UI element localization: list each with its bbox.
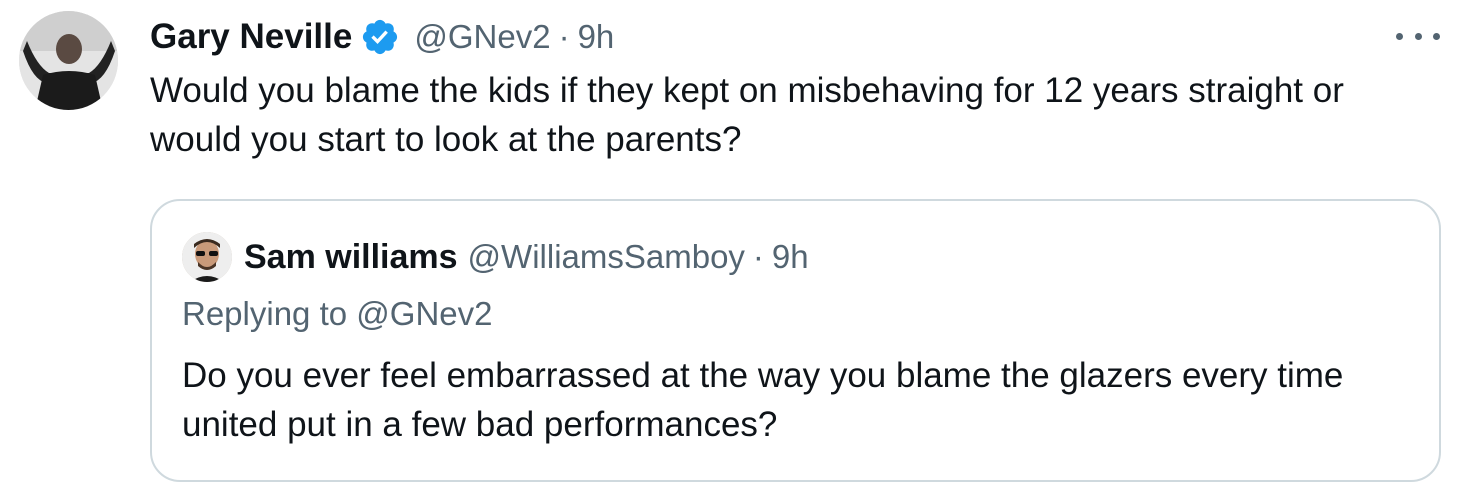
quoted-author-handle[interactable]: @WilliamsSamboy <box>468 238 745 276</box>
author-name[interactable]: Gary Neville <box>150 17 352 57</box>
replying-to-prefix: Replying to <box>182 295 348 332</box>
author-avatar[interactable] <box>19 11 118 110</box>
quoted-tweet-text: Do you ever feel embarrassed at the way … <box>182 356 1344 444</box>
tweet: Gary Neville @GNev2 · 9h Would you blame… <box>0 0 1460 503</box>
header-separator: · <box>558 18 570 55</box>
more-dot <box>1396 32 1403 40</box>
quoted-author-avatar[interactable] <box>182 232 232 282</box>
quoted-tweet-header: Sam williams @WilliamsSamboy · 9h <box>182 231 809 283</box>
replying-to-mention[interactable]: @GNev2 <box>356 295 492 332</box>
quoted-author-name[interactable]: Sam williams <box>244 238 458 277</box>
more-dot <box>1414 32 1422 40</box>
quoted-tweet-timestamp[interactable]: 9h <box>772 238 809 276</box>
more-options-icon[interactable] <box>1396 22 1440 50</box>
tweet-text: Would you blame the kids if they kept on… <box>150 71 1344 159</box>
quoted-header-separator: · <box>752 238 764 275</box>
more-dot <box>1433 32 1440 40</box>
replying-to-line: Replying to @GNev2 <box>182 295 493 333</box>
tweet-header: Gary Neville @GNev2 · 9h <box>150 12 614 62</box>
verified-badge-icon[interactable] <box>360 17 400 57</box>
quoted-tweet[interactable]: Sam williams @WilliamsSamboy · 9h Replyi… <box>150 199 1441 482</box>
author-handle[interactable]: @GNev2 <box>414 18 550 56</box>
tweet-timestamp[interactable]: 9h <box>578 18 615 56</box>
